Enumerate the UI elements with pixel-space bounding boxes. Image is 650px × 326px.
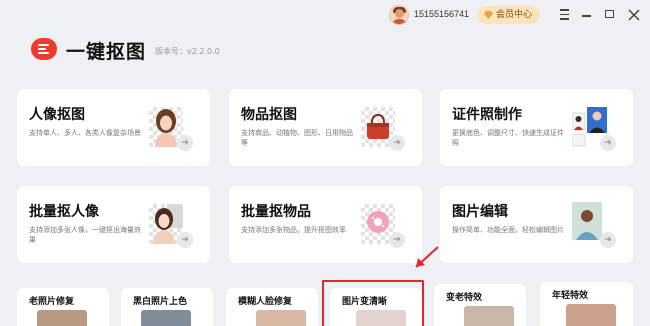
card-title: 证件照制作 (452, 107, 522, 123)
vip-center-label: 会员中心 (496, 10, 533, 20)
card-batch-object[interactable]: 批量抠物品 支持添加多张物品，提升抠图效率 ➜ (229, 186, 422, 263)
title-bar: 15155156741 会员中心 (0, 0, 650, 32)
card-title: 年轻特效 (552, 291, 589, 301)
minimize-icon[interactable] (582, 15, 591, 17)
avatar[interactable] (389, 5, 409, 25)
diamond-icon (484, 11, 493, 19)
card-desc: 更换底色、调整尺寸、快速生成证件照 (452, 129, 564, 147)
card-title: 黑白照片上色 (133, 297, 188, 307)
app-version: 版本号：v2.2.0.0 (155, 47, 220, 56)
card-title: 批量抠人像 (29, 204, 99, 220)
face-repair-thumbnail (256, 310, 306, 326)
arrow-badge-icon: ➜ (177, 135, 193, 151)
account-phone[interactable]: 15155156741 (414, 9, 469, 19)
arrow-badge-icon: ➜ (389, 135, 405, 151)
card-youth-effect[interactable]: 年轻特效 (540, 282, 633, 326)
card-desc: 支持添加多张人像，一键抠出海量效果 (29, 226, 141, 244)
card-title: 老照片修复 (29, 297, 75, 307)
app-title: 一键抠图 (66, 41, 147, 63)
maximize-icon[interactable] (605, 10, 614, 18)
card-title: 模糊人脸修复 (238, 297, 293, 307)
card-desc: 支持单人、多人、各类人像复杂场景 (29, 129, 141, 137)
youth-thumbnail (566, 304, 616, 326)
arrow-badge-icon: ➜ (600, 135, 616, 151)
card-title: 批量抠物品 (241, 204, 311, 220)
logo-icon (31, 38, 57, 60)
card-face-repair[interactable]: 模糊人脸修复 (226, 288, 318, 326)
card-id-photo[interactable]: 证件照制作 更换底色、调整尺寸、快速生成证件照 ➜ (440, 89, 633, 166)
aging-thumbnail (464, 306, 514, 326)
card-old-photo-repair[interactable]: 老照片修复 (17, 288, 109, 326)
arrow-badge-icon: ➜ (177, 232, 193, 248)
card-aging-effect[interactable]: 变老特效 (434, 284, 526, 326)
card-object-cutout[interactable]: 物品抠图 支持商品、动植物、图形、日用物品等 ➜ (229, 89, 422, 166)
card-desc: 支持添加多张物品，提升抠图效率 (241, 226, 346, 234)
card-image-edit[interactable]: 图片编辑 操作简单、功能全面，轻松编辑图片 ➜ (440, 186, 633, 263)
card-portrait-cutout[interactable]: 人像抠图 支持单人、多人、各类人像复杂场景 ➜ (17, 89, 210, 166)
vip-center-button[interactable]: 会员中心 (478, 6, 540, 24)
annotation-highlight-box (322, 280, 424, 326)
card-title: 图片编辑 (452, 204, 508, 220)
old-photo-thumbnail (37, 310, 87, 326)
arrow-badge-icon: ➜ (389, 232, 405, 248)
arrow-badge-icon: ➜ (600, 232, 616, 248)
card-title: 物品抠图 (241, 107, 297, 123)
card-desc: 支持商品、动植物、图形、日用物品等 (241, 129, 353, 147)
close-icon[interactable] (628, 9, 640, 21)
card-batch-portrait[interactable]: 批量抠人像 支持添加多张人像，一键抠出海量效果 ➜ (17, 186, 210, 263)
card-colorize[interactable]: 黑白照片上色 (121, 288, 213, 326)
card-title: 人像抠图 (29, 107, 85, 123)
colorize-thumbnail (141, 310, 191, 326)
card-title: 变老特效 (446, 293, 483, 303)
annotation-arrow-icon (415, 246, 439, 268)
menu-icon[interactable] (560, 6, 569, 23)
card-desc: 操作简单、功能全面，轻松编辑图片 (452, 226, 564, 234)
